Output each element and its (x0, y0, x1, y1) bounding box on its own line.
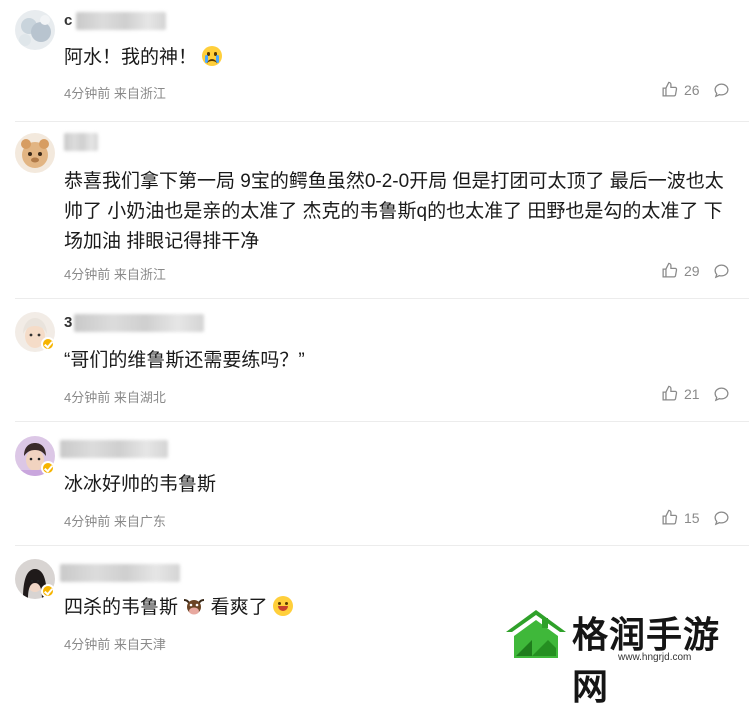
like-count: 26 (684, 81, 700, 98)
comment-location: 来自浙江 (113, 267, 166, 282)
comment-location: 来自广东 (113, 514, 166, 529)
comment-text: “哥们的维鲁斯还需要练吗？” (64, 350, 305, 371)
verified-badge-icon (41, 584, 55, 598)
comment-text: 恭喜我们拿下第一局 9宝的鳄鱼虽然0-2-0开局 但是打团可太顶了 最后一波也太… (64, 171, 724, 252)
comment-time: 4分钟前 (64, 390, 111, 405)
reply-button[interactable] (713, 263, 730, 285)
avatar[interactable] (15, 10, 55, 50)
comment-text: 阿水！我的神！ (64, 43, 734, 73)
comment-meta: 4分钟前 来自广东 (64, 511, 166, 530)
comment-time: 4分钟前 (64, 514, 111, 529)
comment-bubble-icon (714, 387, 729, 402)
excited-face-icon (272, 596, 293, 616)
comment-meta: 4分钟前 来自浙江 (64, 264, 166, 283)
divider (15, 545, 749, 546)
comment-meta: 4分钟前 来自浙江 (64, 83, 166, 102)
reply-button[interactable] (713, 82, 730, 104)
comment-location: 来自浙江 (113, 86, 166, 101)
comment-body: 四杀的韦鲁斯 (64, 597, 179, 618)
like-count: 15 (684, 509, 700, 526)
comment-bubble-icon (714, 264, 729, 279)
like-count: 21 (684, 385, 700, 402)
thumbs-up-icon (662, 81, 678, 97)
comment-location: 来自湖北 (113, 390, 166, 405)
verified-badge-icon (41, 337, 55, 351)
comment-body: 阿水！我的神！ (64, 47, 198, 68)
username-blurred[interactable] (60, 440, 168, 458)
username-blurred[interactable] (64, 133, 98, 151)
thumbs-up-icon (662, 385, 678, 401)
divider (15, 421, 749, 422)
like-button[interactable]: 15 (661, 509, 700, 526)
reply-button[interactable] (713, 510, 730, 532)
thumbs-up-icon (662, 262, 678, 278)
divider (15, 121, 749, 122)
verified-badge-icon (41, 461, 55, 475)
watermark-url: www.hngrjd.com (618, 652, 692, 663)
comment-time: 4分钟前 (64, 86, 111, 101)
comment-body: 看爽了 (210, 597, 268, 618)
house-logo-icon (506, 610, 566, 658)
username-blurred[interactable] (76, 12, 166, 30)
comment-time: 4分钟前 (64, 267, 111, 282)
comment-text: 冰冰好帅的韦鲁斯 (64, 474, 217, 495)
comment-time: 4分钟前 (64, 637, 111, 652)
like-button[interactable]: 21 (661, 385, 700, 402)
comment-location: 来自天津 (113, 637, 166, 652)
username-blurred[interactable] (74, 314, 204, 332)
reply-button[interactable] (713, 386, 730, 408)
comment-bubble-icon (714, 83, 729, 98)
comment-meta: 4分钟前 来自湖北 (64, 387, 166, 406)
crying-face-icon (202, 46, 223, 66)
username-initial[interactable]: 3 (64, 314, 72, 331)
cow-face-icon (183, 596, 205, 616)
thumbs-up-icon (662, 509, 678, 525)
comment-bubble-icon (714, 511, 729, 526)
avatar[interactable] (15, 133, 55, 173)
like-button[interactable]: 26 (661, 81, 700, 98)
like-count: 29 (684, 262, 700, 279)
username-blurred[interactable] (60, 564, 180, 582)
site-watermark: 格润手游网 www.hngrjd.com (500, 602, 749, 708)
like-button[interactable]: 29 (661, 262, 700, 279)
username-initial[interactable]: c (64, 12, 72, 29)
divider (15, 298, 749, 299)
comment-meta: 4分钟前 来自天津 (64, 634, 166, 653)
